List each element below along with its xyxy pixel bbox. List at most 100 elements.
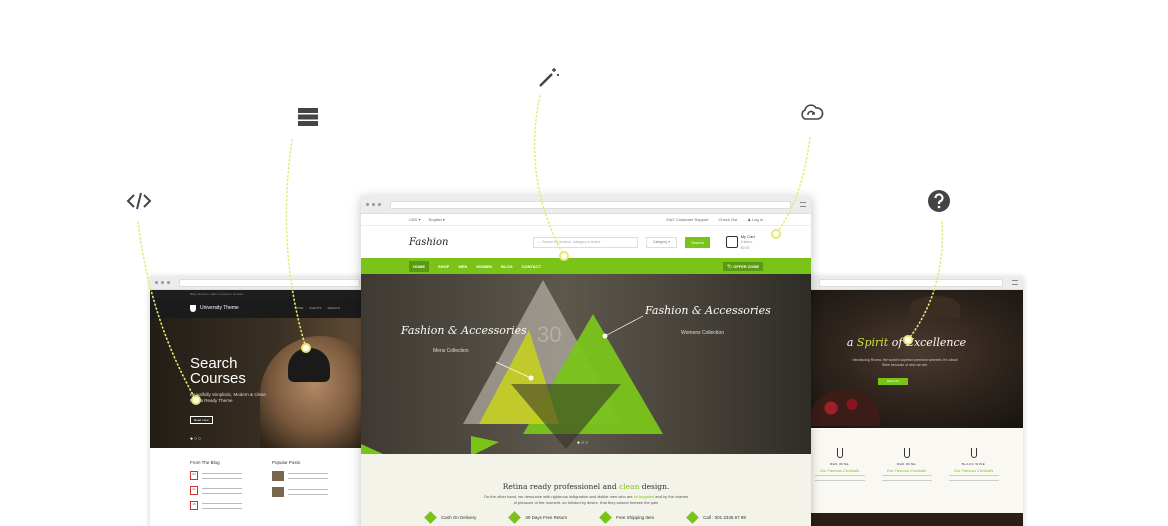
feature-item: 30 Days Free Return	[508, 511, 567, 524]
fashion-hero-slider: 30 Fashion & Accessories Mens Collection…	[361, 274, 811, 454]
berries-bowl	[810, 390, 880, 426]
login-label: Log in	[752, 217, 763, 222]
blog-heading: From The Blog	[190, 460, 220, 465]
feature-label: Call : 001 2345 67 89	[703, 515, 746, 520]
nav-home[interactable]: HOME	[409, 260, 429, 272]
intro-section: Retina ready professionel and clean desi…	[361, 454, 811, 526]
search-input[interactable]: ⌕ Search for product, category or brand	[533, 236, 638, 248]
category-select[interactable]: Category ▾	[645, 236, 677, 248]
magic-wand-icon	[534, 62, 564, 92]
wine-item[interactable]: RED WINE Our Famous Cocktails	[814, 448, 865, 513]
window-dot	[155, 281, 158, 284]
wine-name: RED WINE	[897, 462, 916, 466]
browser-menu-icon[interactable]	[800, 202, 806, 207]
address-bar[interactable]	[179, 278, 360, 287]
nav-women[interactable]: WOMEN	[476, 264, 492, 269]
list-item[interactable]	[272, 487, 328, 497]
nav-shop[interactable]: SHOP	[438, 264, 449, 269]
layers-icon	[293, 102, 323, 132]
feature-list: Cash On Delivery 30 Days Free Return Fre…	[361, 511, 811, 524]
nav-blog[interactable]: BLOG	[501, 264, 513, 269]
text-placeholder	[202, 472, 242, 479]
read-more-button[interactable]: Read more	[878, 378, 908, 385]
hero-title-start: a	[846, 336, 854, 349]
top-bar: USD ▾ English ▾ 24x7 Customer Support Ch…	[361, 214, 811, 226]
diamond-icon	[424, 511, 437, 524]
hero-title-accent: Spirit	[856, 336, 889, 349]
language-select[interactable]: English ▾	[429, 217, 445, 222]
text-placeholder	[288, 489, 328, 495]
post-thumbnail	[272, 471, 284, 481]
text-placeholder	[202, 487, 242, 494]
intro-heading-start: Retina ready professionel and	[502, 482, 617, 491]
date-badge: 16	[190, 501, 198, 510]
site-header: Fashion ⌕ Search for product, category o…	[361, 226, 811, 258]
support-link[interactable]: 24x7 Customer Support	[666, 217, 708, 222]
university-content: From The Blog 04 21 16 Popular Posts	[150, 448, 380, 526]
search-button[interactable]: Search	[684, 236, 711, 248]
blog-column: From The Blog 04 21 16	[190, 460, 242, 516]
university-hero: Search Courses Beautifully Simplistic, M…	[150, 318, 380, 448]
hero-triangles	[361, 280, 663, 454]
diamond-icon	[686, 511, 700, 524]
search-icon: ⌕	[538, 240, 541, 244]
intro-line1-end: and by the charms	[655, 494, 689, 499]
search-placeholder: Search for product, category or brand	[542, 240, 601, 244]
text-placeholder	[881, 475, 932, 481]
intro-line1-start: On the other hand, we denounce with righ…	[483, 494, 633, 499]
window-dot	[167, 281, 170, 284]
text-placeholder	[202, 502, 242, 509]
wine-item[interactable]: RED WINE Our Famous Cocktails	[881, 448, 932, 513]
cloud-sync-icon	[796, 98, 826, 128]
address-bar[interactable]	[819, 278, 1003, 287]
brand-name[interactable]: University Theme	[200, 305, 239, 311]
slider-dots[interactable]: ●○○	[190, 436, 202, 442]
main-nav: HOME SHOP MEN WOMEN BLOG CONTACT 🏷 OFFER…	[361, 258, 811, 274]
login-link[interactable]: ♟ Log in	[747, 217, 763, 222]
list-item[interactable]: 16	[190, 501, 242, 510]
nav-contact[interactable]: CONTACT	[522, 264, 541, 269]
hero-left-subtitle: Mens Collection	[433, 348, 469, 354]
date-badge: 21	[190, 486, 198, 495]
fashion-logo[interactable]: Fashion	[409, 237, 525, 248]
nav-men[interactable]: MEN	[458, 264, 467, 269]
list-item[interactable]: 04	[190, 471, 242, 480]
slider-dots[interactable]: ●○○	[577, 440, 589, 446]
intro-heading-end: design.	[641, 482, 670, 491]
footer-strip	[790, 513, 1023, 526]
text-placeholder	[948, 475, 999, 481]
window-dot	[366, 203, 369, 206]
beanie-shape	[288, 348, 330, 382]
offer-zone-button[interactable]: 🏷 OFFER ZONE	[723, 261, 763, 271]
hero-text: Beautifully Simplistic, Modern & Clean R…	[190, 392, 267, 403]
window-dot	[372, 203, 375, 206]
currency-select[interactable]: USD ▾	[409, 217, 421, 222]
address-bar[interactable]	[390, 200, 791, 209]
feature-item: Cash On Delivery	[424, 511, 476, 524]
code-icon	[124, 186, 154, 216]
checkout-link[interactable]: Check Out	[718, 217, 737, 222]
list-item[interactable]	[272, 471, 328, 481]
nav-menu: HOME EVENTS SEARCH	[294, 306, 340, 310]
cart-icon	[726, 236, 738, 248]
university-browser-window: Blog / Events / Labs / Courses / Contact…	[150, 276, 380, 526]
browser-menu-icon[interactable]	[1012, 280, 1018, 285]
help-icon	[924, 186, 954, 216]
wine-name: BLACK WINE	[961, 462, 986, 466]
browser-toolbar	[361, 196, 811, 214]
wine-item[interactable]: BLACK WINE Our Famous Cocktails	[948, 448, 999, 513]
nav-search[interactable]: SEARCH	[327, 306, 340, 310]
nav-home[interactable]: HOME	[294, 306, 303, 310]
wine-browser-window: a Spirit of Excellence Introducing River…	[790, 276, 1023, 526]
fashion-browser-window: USD ▾ English ▾ 24x7 Customer Support Ch…	[361, 196, 811, 526]
hero-text: Introducing Rivera, the world's superior…	[852, 358, 958, 367]
cart-widget[interactable]: My Cart 0 items - $0.00	[726, 234, 763, 251]
feature-item: Call : 001 2345 67 89	[686, 511, 746, 524]
nav-events[interactable]: EVENTS	[309, 306, 321, 310]
list-item[interactable]: 21	[190, 486, 242, 495]
read-more-button[interactable]: Read more	[190, 416, 213, 424]
intro-text: On the other hand, we denounce with righ…	[361, 494, 811, 505]
hero-left-title: Fashion & Accessories	[401, 324, 527, 337]
cart-text: My Cart 0 items - $0.00	[741, 234, 763, 251]
wine-name: RED WINE	[830, 462, 849, 466]
